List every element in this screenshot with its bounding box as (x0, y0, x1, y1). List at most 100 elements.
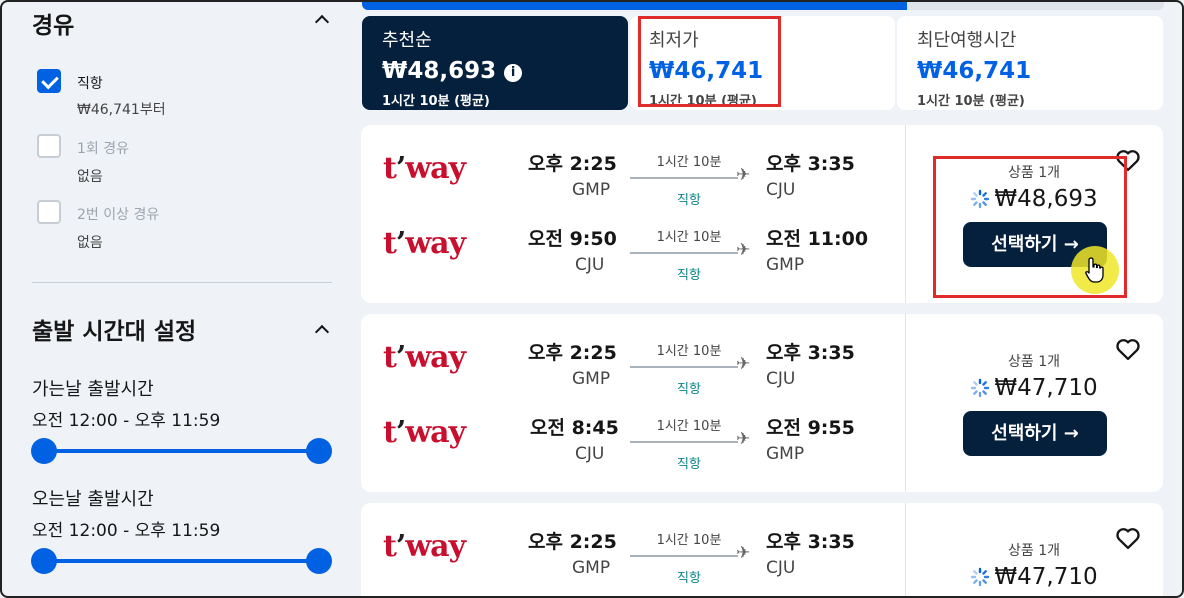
tab-fastest[interactable]: 최단여행시간 ₩46,741 1시간 10분 (평균) (897, 16, 1163, 110)
airline-logo: t’way (383, 226, 466, 261)
departure-time: 오후 2:25 (528, 342, 617, 364)
tab-title: 최저가 (649, 30, 699, 51)
tab-recommended[interactable]: 추천순 ₩48,693 i 1시간 10분 (평균) (362, 16, 628, 110)
stops-label: 직항 (677, 268, 701, 283)
stops-label: 직항 (677, 457, 701, 472)
airplane-icon: ✈ (736, 429, 751, 449)
arrival-time: 오전 11:00 (766, 228, 869, 250)
filter-divider (32, 282, 332, 283)
arrival-airport: CJU (766, 369, 796, 389)
hand-cursor-icon (1085, 257, 1104, 283)
departure-airport: CJU (575, 255, 605, 275)
flight-path-line (630, 555, 738, 557)
flight-path-line (630, 177, 738, 179)
offer-count: 상품 1개 (1008, 543, 1060, 559)
stop-option-price: 없음 (77, 169, 103, 185)
stop-option-price: ₩46,741부터 (77, 102, 166, 118)
tab-title: 최단여행시간 (917, 30, 1017, 51)
departure-airport: CJU (575, 444, 605, 464)
loading-progress-fill (362, 0, 908, 10)
arrival-airport: CJU (766, 558, 796, 578)
tab-price: ₩46,741 (649, 58, 764, 84)
offer-price: ₩48,693 (994, 186, 1098, 212)
airplane-icon: ✈ (736, 543, 751, 563)
stop-option-label: 2번 이상 경유 (77, 207, 160, 223)
stops-label: 직항 (677, 193, 701, 208)
stop-option-label: 직항 (77, 76, 103, 92)
departure-time: 오전 9:50 (528, 228, 617, 250)
departure-airport: GMP (572, 558, 611, 578)
departure-time: 오후 2:25 (528, 153, 617, 175)
departure-airport: GMP (572, 180, 611, 200)
offer-price: ₩47,710 (994, 375, 1098, 401)
airplane-icon: ✈ (736, 354, 751, 374)
departure-time: 오후 2:25 (528, 531, 617, 553)
outbound-slider-track[interactable] (44, 449, 319, 453)
chevron-up-icon[interactable] (314, 12, 328, 26)
result-card[interactable]: t’way 오후 2:25 GMP 1시간 10분 ✈ 직항 오후 3:35 C… (361, 125, 1163, 303)
tab-title: 추천순 (382, 30, 432, 51)
departure-airport: GMP (572, 369, 611, 389)
inbound-slider-track[interactable] (44, 559, 319, 563)
outbound-slider-end-handle[interactable] (306, 438, 332, 464)
arrival-time: 오전 9:55 (766, 417, 855, 439)
inbound-time-label: 오는날 출발시간 (32, 489, 154, 510)
card-divider (905, 125, 906, 303)
flight-path-line (630, 441, 738, 443)
tab-price: ₩46,741 (917, 58, 1032, 84)
checkbox-direct[interactable] (37, 69, 61, 93)
stops-filter-title: 경유 (32, 13, 75, 39)
arrival-airport: CJU (766, 180, 796, 200)
flight-path-line (630, 252, 738, 254)
outbound-slider-start-handle[interactable] (31, 438, 57, 464)
outbound-time-range: 오전 12:00 - 오후 11:59 (32, 411, 221, 431)
checkbox-one-stop[interactable] (37, 134, 61, 158)
airplane-icon: ✈ (736, 240, 751, 260)
flight-duration: 1시간 10분 (656, 419, 722, 434)
tab-cheapest[interactable]: 최저가 ₩46,741 1시간 10분 (평균) (630, 16, 895, 110)
flight-duration: 1시간 10분 (656, 533, 722, 548)
inbound-slider-start-handle[interactable] (31, 548, 57, 574)
tab-duration: 1시간 10분 (평균) (382, 94, 490, 109)
info-icon[interactable]: i (504, 64, 523, 82)
airline-logo: t’way (383, 340, 466, 375)
arrival-time: 오후 3:35 (766, 153, 855, 175)
tab-duration: 1시간 10분 (평균) (649, 94, 757, 109)
flight-path-line (630, 366, 738, 368)
stop-option-price: 없음 (77, 235, 103, 251)
flight-duration: 1시간 10분 (656, 344, 722, 359)
tab-price: ₩48,693 (382, 58, 497, 84)
loading-spinner-icon (971, 567, 990, 587)
loading-progress-bar (362, 0, 1164, 10)
airline-logo: t’way (383, 415, 466, 450)
result-card[interactable]: t’way 오후 2:25 GMP 1시간 10분 ✈ 직항 오후 3:35 C… (361, 314, 1163, 492)
loading-spinner-icon (971, 189, 990, 209)
flight-duration: 1시간 10분 (656, 230, 722, 245)
arrival-time: 오후 3:35 (766, 531, 855, 553)
airline-logo: t’way (383, 529, 466, 564)
arrival-airport: GMP (766, 444, 805, 464)
departure-time-filter-title: 출발 시간대 설정 (32, 319, 197, 345)
airplane-icon: ✈ (736, 165, 751, 185)
outbound-time-label: 가는날 출발시간 (32, 379, 154, 400)
stops-label: 직항 (677, 382, 701, 397)
select-button[interactable]: 선택하기 → (963, 411, 1107, 456)
checkbox-two-plus-stops[interactable] (37, 200, 61, 224)
filter-sidebar: 경유 직항 ₩46,741부터 1회 경유 없음 2번 이상 경유 없음 출발 … (0, 0, 350, 598)
chevron-up-icon[interactable] (314, 322, 328, 336)
result-card[interactable]: t’way 오후 2:25 GMP 1시간 10분 ✈ 직항 오후 3:35 C… (361, 503, 1163, 598)
card-divider (905, 314, 906, 492)
offer-count: 상품 1개 (1008, 165, 1060, 181)
flight-duration: 1시간 10분 (656, 155, 722, 170)
offer-count: 상품 1개 (1008, 354, 1060, 370)
airline-logo: t’way (383, 151, 466, 186)
stops-label: 직항 (677, 571, 701, 586)
offer-price: ₩47,710 (994, 564, 1098, 590)
arrival-time: 오후 3:35 (766, 342, 855, 364)
loading-spinner-icon (971, 378, 990, 398)
inbound-slider-end-handle[interactable] (306, 548, 332, 574)
departure-time: 오전 8:45 (530, 417, 619, 439)
tab-duration: 1시간 10분 (평균) (917, 94, 1025, 109)
inbound-time-range: 오전 12:00 - 오후 11:59 (32, 521, 221, 541)
arrival-airport: GMP (766, 255, 805, 275)
